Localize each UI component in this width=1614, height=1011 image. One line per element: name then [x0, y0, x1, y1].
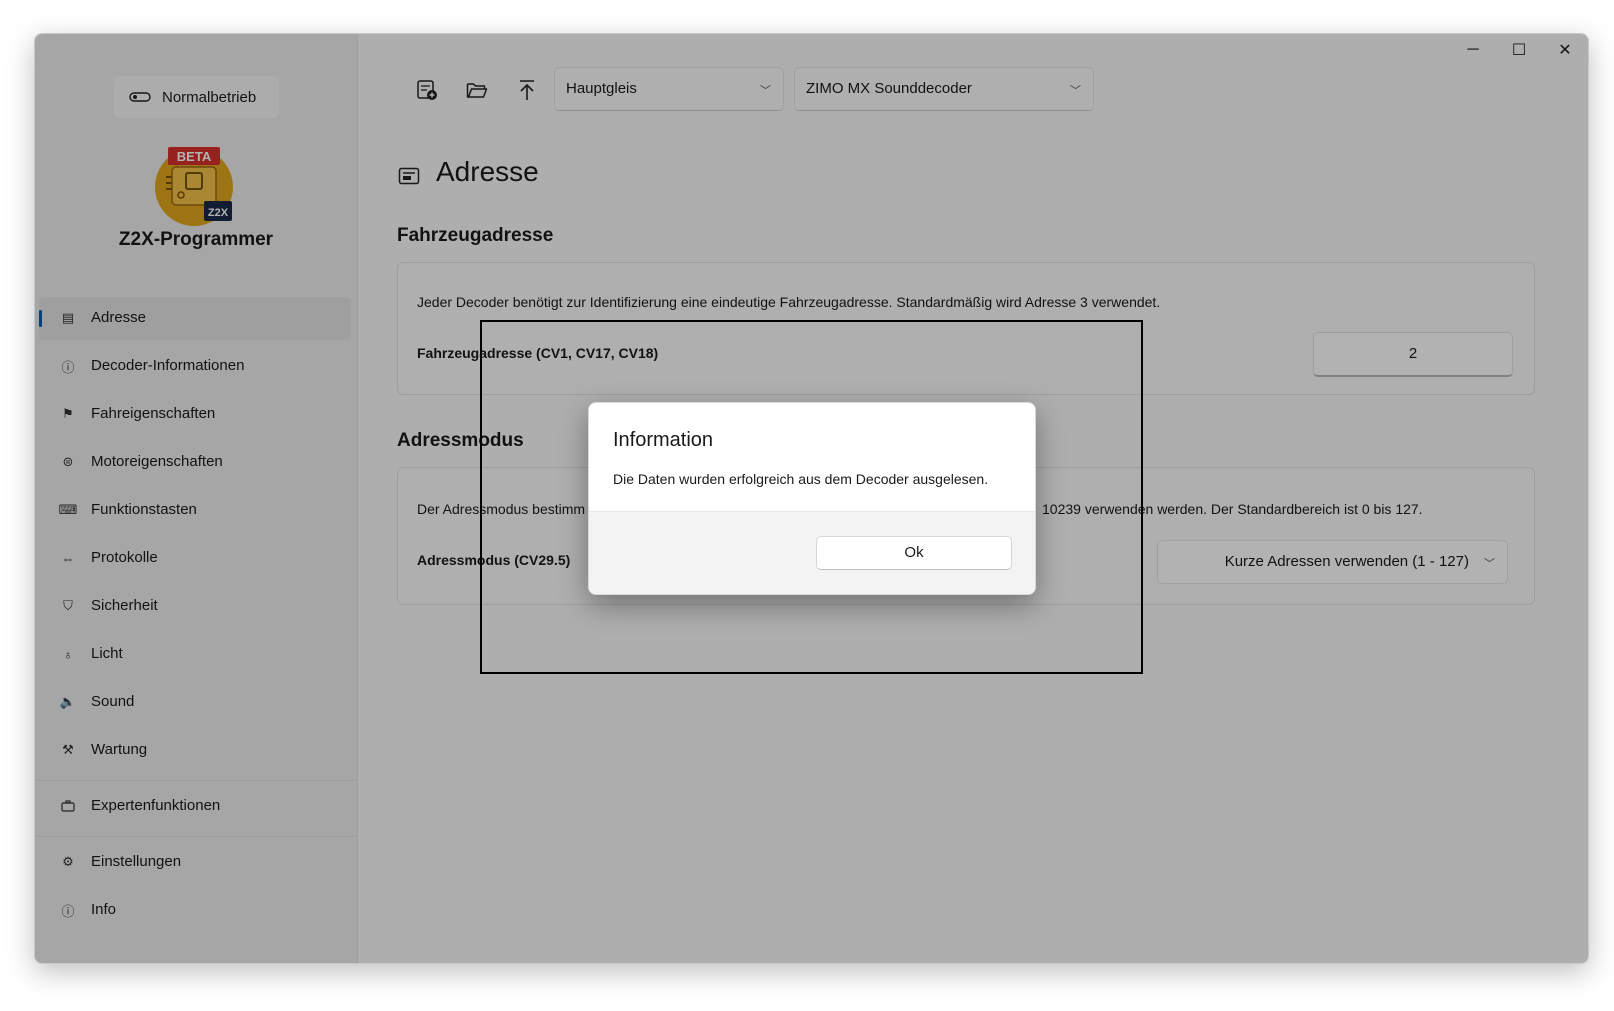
dialog-footer: Ok: [589, 511, 1035, 594]
dialog-message: Die Daten wurden erfolgreich aus dem Dec…: [613, 471, 989, 487]
dialog-title: Information: [613, 429, 714, 451]
information-dialog: Information Die Daten wurden erfolgreich…: [588, 402, 1036, 595]
ok-button[interactable]: Ok: [816, 536, 1012, 570]
